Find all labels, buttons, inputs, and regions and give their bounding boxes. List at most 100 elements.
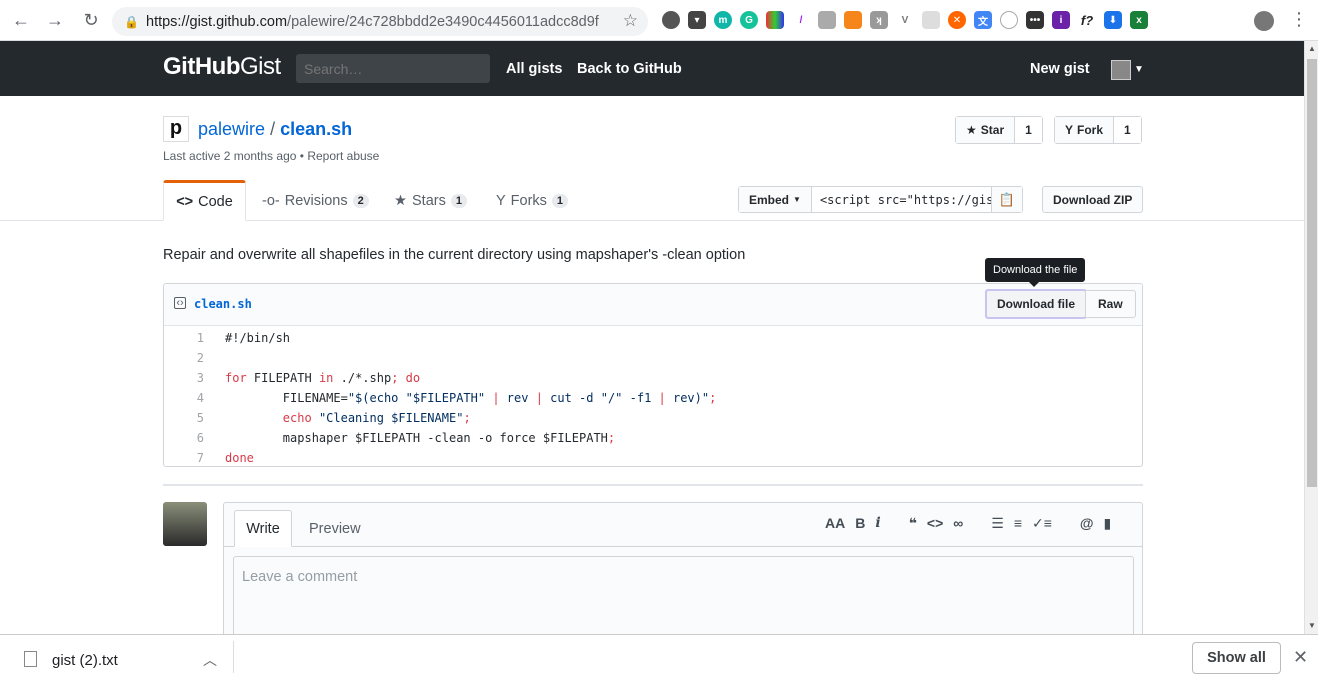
- file-box: ‹› clean.sh Download file Raw 1 #!/bin/sh…: [163, 283, 1143, 467]
- metamask-icon[interactable]: [844, 11, 862, 29]
- star-group: ★ Star 1: [955, 116, 1043, 144]
- extension-icon[interactable]: V: [896, 11, 914, 29]
- extension-icon[interactable]: [818, 11, 836, 29]
- browser-toolbar: ← → ↻ 🔒 https://gist.github.com/palewire…: [0, 0, 1318, 41]
- tab-code[interactable]: <> Code: [163, 180, 246, 221]
- raw-button[interactable]: Raw: [1085, 290, 1136, 318]
- file-icon: [24, 651, 37, 667]
- owner-link[interactable]: palewire: [198, 119, 265, 139]
- all-gists-link[interactable]: All gists: [506, 61, 562, 77]
- comment-textarea[interactable]: Leave a comment: [233, 556, 1134, 646]
- code-line: 2: [196, 351, 204, 365]
- scroll-up-icon[interactable]: ▲: [1308, 44, 1316, 53]
- gist-meta: Last active 2 months ago • Report abuse: [163, 149, 380, 163]
- new-gist-link[interactable]: New gist: [1030, 61, 1090, 77]
- embed-input[interactable]: <script src="https://gis: [812, 187, 992, 212]
- tab-write[interactable]: Write: [234, 510, 292, 547]
- close-icon[interactable]: ✕: [1293, 647, 1308, 668]
- pocket-icon[interactable]: ▾: [688, 11, 706, 29]
- fork-icon: Y: [496, 192, 506, 209]
- caret-down-icon: ▼: [793, 195, 801, 204]
- forward-icon[interactable]: →: [42, 7, 68, 33]
- report-abuse-link[interactable]: Report abuse: [307, 149, 379, 163]
- caret-down-icon[interactable]: ▼: [1134, 64, 1144, 75]
- grammarly-icon[interactable]: G: [740, 11, 758, 29]
- tab-stars[interactable]: ★ Stars 1: [394, 180, 467, 221]
- url-host: https://gist.github.com: [146, 13, 288, 30]
- download-item[interactable]: gist (2).txt: [52, 652, 118, 669]
- download-icon[interactable]: ⬇: [1104, 11, 1122, 29]
- tab-forks[interactable]: Y Forks 1: [496, 180, 569, 221]
- bold-icon[interactable]: B: [855, 515, 865, 532]
- fork-icon: Y: [1065, 123, 1074, 137]
- heading-icon[interactable]: AA: [825, 515, 845, 532]
- link-icon[interactable]: ∞: [953, 515, 963, 532]
- bullet-list-icon[interactable]: ☰: [991, 515, 1004, 532]
- scrollbar-thumb[interactable]: [1307, 59, 1317, 487]
- code-file-icon: ‹›: [174, 297, 186, 309]
- download-file-button[interactable]: Download file: [985, 289, 1087, 319]
- url-path: /palewire/24c728bbdd2e3490c4456011adcc8d…: [287, 13, 599, 30]
- extension-icon[interactable]: [1000, 11, 1018, 29]
- star-count[interactable]: 1: [1015, 117, 1042, 143]
- divider: [163, 484, 1143, 486]
- code-line: 1 #!/bin/sh: [196, 331, 291, 345]
- fork-count[interactable]: 1: [1114, 117, 1141, 143]
- github-gist-logo[interactable]: GitHubGist: [163, 53, 281, 81]
- extension-icon[interactable]: [922, 11, 940, 29]
- code-icon: <>: [176, 193, 194, 210]
- quote-icon[interactable]: ❝: [909, 515, 917, 532]
- reload-icon[interactable]: ↻: [78, 7, 104, 33]
- star-icon: ★: [966, 123, 977, 137]
- code-line: 3 for FILEPATH in ./*.shp; do: [196, 371, 421, 385]
- extension-icon[interactable]: m: [714, 11, 732, 29]
- address-bar[interactable]: 🔒 https://gist.github.com/palewire/24c72…: [112, 7, 648, 36]
- browser-menu-icon[interactable]: ⋮: [1290, 10, 1308, 28]
- star-button[interactable]: ★ Star: [956, 117, 1016, 143]
- search-input[interactable]: [296, 54, 490, 83]
- mention-icon[interactable]: @: [1080, 515, 1094, 532]
- extension-icon[interactable]: [662, 11, 680, 29]
- task-list-icon[interactable]: ✓≡: [1032, 515, 1052, 532]
- owner-avatar[interactable]: p: [163, 116, 189, 142]
- back-icon[interactable]: ←: [8, 7, 34, 33]
- chevron-up-icon[interactable]: ︿: [203, 650, 217, 670]
- embed-button[interactable]: Embed ▼: [739, 187, 812, 212]
- extension-icon[interactable]: x: [1130, 11, 1148, 29]
- color-picker-icon[interactable]: [766, 11, 784, 29]
- download-tooltip: Download the file: [985, 258, 1086, 287]
- italic-icon[interactable]: i: [875, 515, 880, 532]
- gist-description: Repair and overwrite all shapefiles in t…: [163, 247, 746, 263]
- gist-file-link[interactable]: clean.sh: [280, 119, 352, 139]
- extension-icon[interactable]: i: [1052, 11, 1070, 29]
- bookmark-icon[interactable]: ▮: [1104, 515, 1112, 532]
- extension-icon[interactable]: ʞ: [870, 11, 888, 29]
- commenter-avatar: [163, 502, 207, 546]
- extension-icon[interactable]: •••: [1026, 11, 1044, 29]
- profile-avatar[interactable]: [1254, 11, 1274, 31]
- numbered-list-icon[interactable]: ≡: [1014, 515, 1022, 532]
- extension-icon[interactable]: f?: [1078, 11, 1096, 29]
- scrollbar[interactable]: ▲ ▼: [1304, 41, 1318, 634]
- feather-icon[interactable]: /: [792, 11, 810, 29]
- fork-button[interactable]: Y Fork: [1055, 117, 1115, 143]
- code-icon[interactable]: <>: [927, 515, 943, 532]
- file-header: ‹› clean.sh Download file Raw: [164, 284, 1142, 326]
- code-body: 1 #!/bin/sh 2 3 for FILEPATH in ./*.shp; d…: [164, 326, 1142, 466]
- download-zip-button[interactable]: Download ZIP: [1042, 186, 1144, 213]
- bookmark-star-icon[interactable]: ☆: [623, 11, 638, 31]
- translate-icon[interactable]: 文: [974, 11, 992, 29]
- back-to-github-link[interactable]: Back to GitHub: [577, 61, 682, 77]
- code-line: 7 done: [196, 451, 254, 465]
- clipboard-icon[interactable]: 📋: [991, 187, 1022, 212]
- gist-title: palewire / clean.sh: [198, 119, 353, 139]
- scroll-down-icon[interactable]: ▼: [1308, 621, 1316, 630]
- tab-revisions[interactable]: -o- Revisions 2: [262, 180, 369, 221]
- user-avatar[interactable]: [1111, 60, 1131, 80]
- extension-icon[interactable]: ✕: [948, 11, 966, 29]
- file-name-link[interactable]: clean.sh: [194, 297, 252, 311]
- commit-icon: -o-: [262, 192, 280, 209]
- tab-preview[interactable]: Preview: [309, 510, 361, 547]
- lock-icon: 🔒: [124, 14, 139, 29]
- show-all-button[interactable]: Show all: [1192, 642, 1281, 674]
